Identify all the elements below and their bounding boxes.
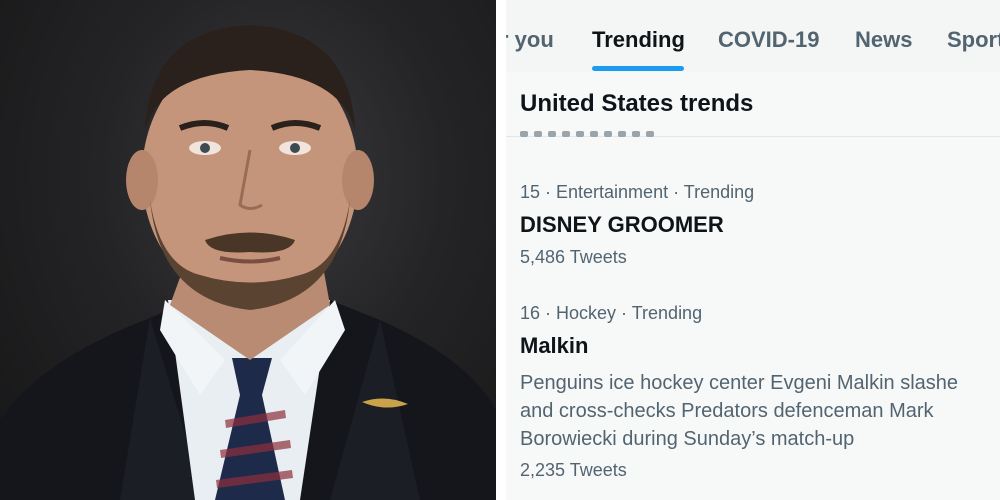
trend-tweet-count: 5,486 Tweets xyxy=(520,247,627,267)
tab-for-you[interactable]: r you xyxy=(506,26,554,54)
composite-image: r you Trending COVID-19 News Sport Unite… xyxy=(0,0,1000,500)
twitter-trends-screenshot: r you Trending COVID-19 News Sport Unite… xyxy=(506,0,1000,500)
portrait-photo xyxy=(0,0,496,500)
trend-meta: 15 · Entertainment · Trending xyxy=(520,182,755,202)
trend-meta: 16 · Hockey · Trending xyxy=(520,303,703,323)
trend-item[interactable]: 16 · Hockey · Trending Malkin Penguins i… xyxy=(520,301,1000,483)
trend-description: Penguins ice hockey center Evgeni Malkin… xyxy=(520,372,959,450)
tab-covid-19[interactable]: COVID-19 xyxy=(718,26,819,54)
trend-name[interactable]: Malkin xyxy=(520,331,1000,361)
trend-item[interactable]: 15 · Entertainment · Trending DISNEY GRO… xyxy=(520,180,1000,270)
trend-name[interactable]: DISNEY GROOMER xyxy=(520,210,1000,240)
section-title: United States trends xyxy=(520,90,754,117)
image-divider xyxy=(496,0,506,500)
active-tab-indicator xyxy=(592,66,684,71)
clipped-previous-trend xyxy=(520,124,720,138)
tab-news[interactable]: News xyxy=(855,26,912,54)
man-in-suit-illustration xyxy=(0,25,496,500)
explore-tab-bar: r you Trending COVID-19 News Sport xyxy=(506,0,1000,73)
trend-tweet-count: 2,235 Tweets xyxy=(520,460,627,480)
tab-sport[interactable]: Sport xyxy=(947,26,1000,54)
tab-trending[interactable]: Trending xyxy=(592,26,685,54)
